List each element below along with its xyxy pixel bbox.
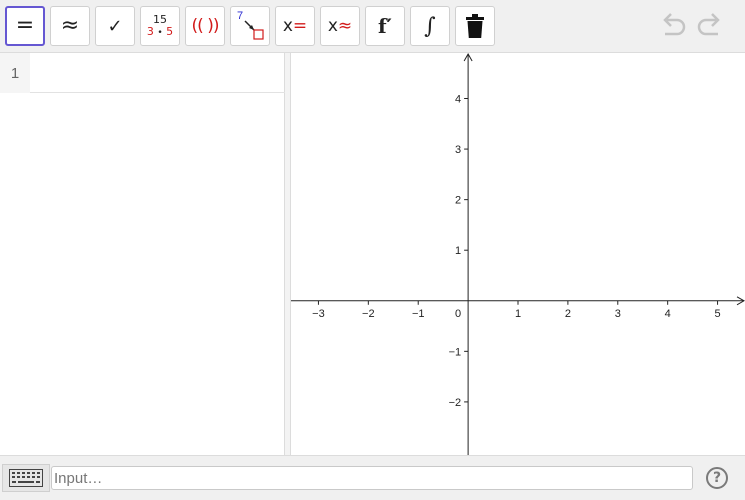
x-tick-label: −3 <box>312 308 325 320</box>
cas-view: 1 <box>0 53 285 455</box>
keyboard-button[interactable] <box>2 464 50 492</box>
x-tick-label: −2 <box>362 308 375 320</box>
factor-bottom-label: 3 • 5 <box>146 24 174 38</box>
integral-label: ∫ <box>424 13 436 39</box>
keyboard-icon <box>9 469 43 487</box>
coordinate-plane: −3 −2 −1 1 2 3 4 5 4 3 2 1 −1 −2 0 <box>291 53 745 455</box>
x-tick-label: 4 <box>665 308 671 320</box>
origin-label: 0 <box>455 308 461 320</box>
x-tick-label: −1 <box>412 308 425 320</box>
solve-label: x= <box>282 16 308 36</box>
check-icon: ✓ <box>107 15 123 37</box>
solve-button[interactable]: x= <box>275 6 315 46</box>
factor-top-label: 15 <box>153 12 167 26</box>
y-tick-label: 4 <box>455 94 461 106</box>
cas-row[interactable]: 1 <box>0 53 285 93</box>
x-tick-label: 3 <box>615 308 621 320</box>
input-bar: ? <box>0 455 745 500</box>
y-tick-label: −2 <box>449 397 462 409</box>
delete-button[interactable] <box>455 6 495 46</box>
y-tick-label: 3 <box>455 144 461 156</box>
geogebra-cas-app: = ≈ ✓ 15 3 • 5 (( )) 7 x= x≈ f′ ∫ 1 −3 −… <box>0 0 745 500</box>
evaluate-label: = <box>15 13 35 38</box>
derivative-button[interactable]: f′ <box>365 6 405 46</box>
input-field[interactable] <box>51 466 693 490</box>
y-tick-label: 1 <box>455 245 461 257</box>
numeric-button[interactable]: ≈ <box>50 6 90 46</box>
substitute-button[interactable]: 7 <box>230 6 270 46</box>
substitute-icon: 7 <box>237 10 264 40</box>
integral-button[interactable]: ∫ <box>410 6 450 46</box>
graphics-view[interactable]: −3 −2 −1 1 2 3 4 5 4 3 2 1 −1 −2 0 <box>291 53 745 455</box>
keep-input-button[interactable]: ✓ <box>95 6 135 46</box>
trash-icon <box>466 14 484 38</box>
factor-button[interactable]: 15 3 • 5 <box>140 6 180 46</box>
solve-numerically-button[interactable]: x≈ <box>320 6 360 46</box>
x-tick-label: 1 <box>515 308 521 320</box>
y-tick-label: 2 <box>455 195 461 207</box>
derivative-label: f′ <box>378 14 392 38</box>
redo-icon[interactable] <box>694 12 726 40</box>
solve-numerically-label: x≈ <box>327 16 353 36</box>
expand-button[interactable]: (( )) <box>185 6 225 46</box>
evaluate-button[interactable]: = <box>5 6 45 46</box>
svg-text:7: 7 <box>237 10 243 22</box>
undo-icon[interactable] <box>657 12 689 40</box>
help-button[interactable]: ? <box>706 467 728 489</box>
numeric-label: ≈ <box>60 13 80 38</box>
row-number: 1 <box>0 53 30 93</box>
x-tick-label: 2 <box>565 308 571 320</box>
expand-label: (( )) <box>191 16 220 36</box>
x-tick-label: 5 <box>714 308 720 320</box>
y-tick-label: −1 <box>449 346 462 358</box>
toolbar: = ≈ ✓ 15 3 • 5 (( )) 7 x= x≈ f′ ∫ <box>0 0 745 53</box>
